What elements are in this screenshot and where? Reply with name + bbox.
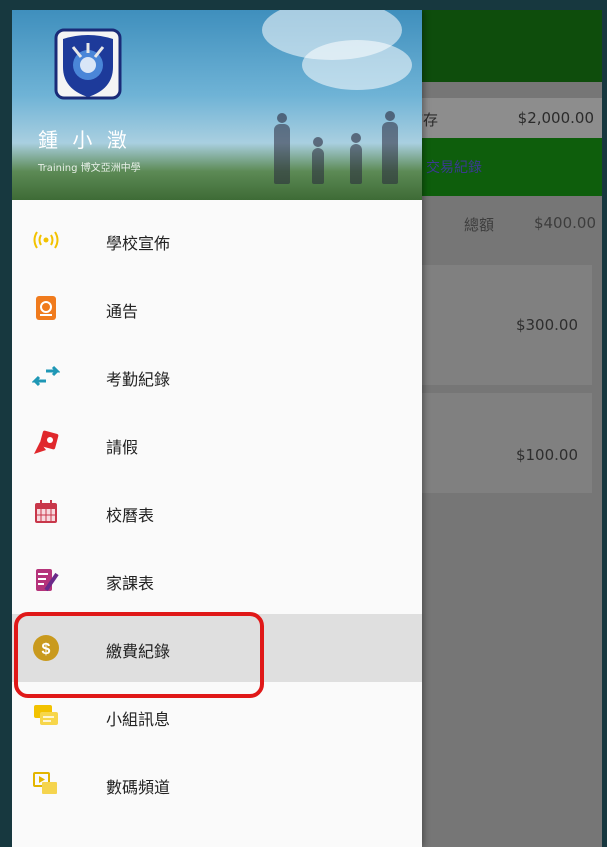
menu-item-school-announcements[interactable]: 學校宣佈 (12, 206, 422, 274)
payment-amount: $100.00 (515, 446, 578, 464)
leave-icon (34, 430, 59, 454)
menu-item-school-calendar[interactable]: 校曆表 (12, 478, 422, 546)
drawer-header: 鍾 小 澂 Training 博文亞洲中學 (12, 10, 422, 200)
menu-item-label: 數碼頻道 (106, 778, 171, 797)
navigation-drawer: 鍾 小 澂 Training 博文亞洲中學 學校宣佈 通告 考勤紀錄 請假 校曆… (12, 10, 422, 847)
total-label: 總額 (464, 216, 495, 234)
calendar-icon (35, 500, 57, 523)
payment-amount: $300.00 (515, 316, 578, 334)
menu-item-notices[interactable]: 通告 (12, 274, 422, 342)
digital-channel-icon (33, 772, 57, 794)
menu-item-attendance[interactable]: 考勤紀錄 (12, 342, 422, 410)
menu-item-label: 學校宣佈 (106, 234, 171, 253)
drawer-menu: 學校宣佈 通告 考勤紀錄 請假 校曆表 家課表 $ 繳費紀錄 小組訊息 數碼頻道 (12, 206, 422, 818)
school-crest-icon (54, 28, 122, 100)
highlight-annotation (14, 612, 264, 698)
device-screen: 結存 $2,000.00 交易紀錄 總額 $400.00 $300.00 $10… (12, 10, 602, 847)
user-name: 鍾 小 澂 (38, 128, 131, 152)
broadcast-icon (33, 231, 59, 249)
school-name: Training 博文亞洲中學 (38, 163, 141, 174)
menu-item-label: 考勤紀錄 (106, 370, 171, 389)
transactions-tab-label: 交易紀錄 (426, 160, 482, 176)
family-figure (312, 137, 324, 184)
menu-item-homework[interactable]: 家課表 (12, 546, 422, 614)
family-figure (274, 113, 290, 184)
total-value: $400.00 (533, 214, 596, 232)
attendance-arrows-icon (32, 365, 60, 387)
menu-item-label: 通告 (106, 302, 139, 321)
menu-item-label: 請假 (106, 438, 139, 457)
family-figure (382, 111, 398, 184)
menu-item-leave[interactable]: 請假 (12, 410, 422, 478)
homework-icon (36, 569, 59, 592)
menu-item-label: 家課表 (106, 574, 155, 593)
group-message-icon (34, 705, 58, 725)
balance-value: $2,000.00 (517, 109, 594, 127)
menu-item-digital-channel[interactable]: 數碼頻道 (12, 750, 422, 818)
notice-icon (36, 296, 56, 320)
menu-item-label: 校曆表 (106, 506, 155, 525)
family-figure (350, 133, 362, 184)
cloud-decoration (302, 40, 412, 90)
menu-item-label: 小組訊息 (106, 710, 171, 729)
